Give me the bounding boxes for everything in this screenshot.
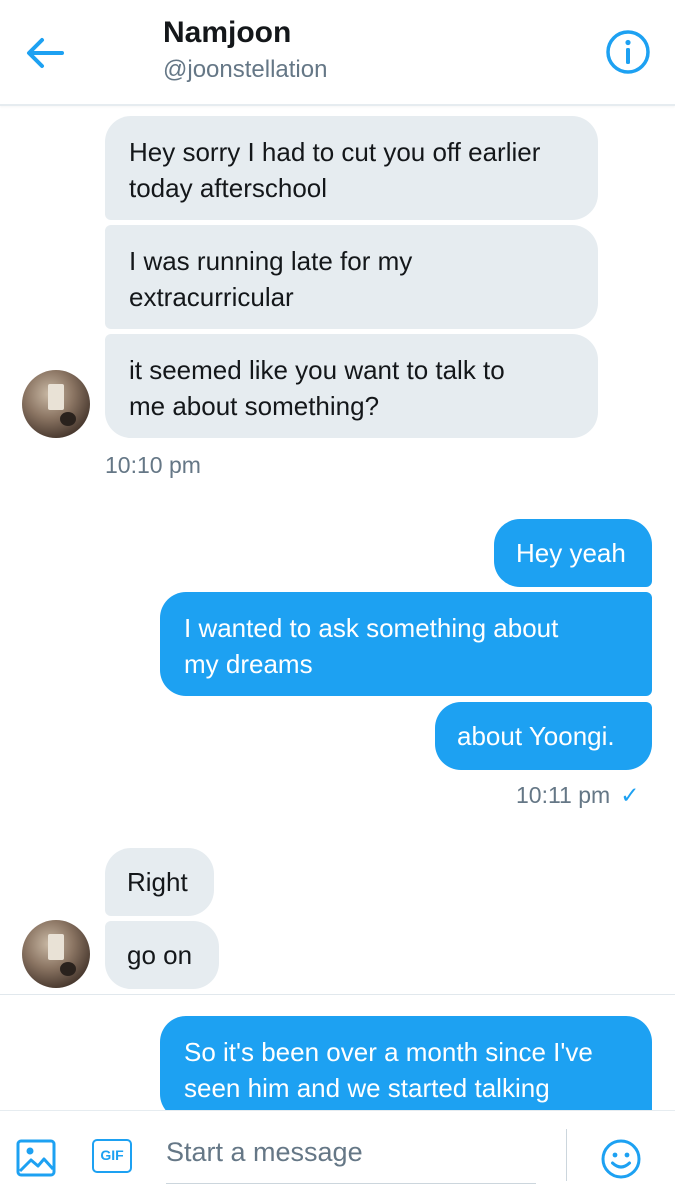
arrow-left-icon: [27, 38, 64, 68]
info-circle-icon: [606, 30, 650, 74]
received-message[interactable]: Right: [105, 848, 214, 916]
timestamp-text: 10:11 pm: [516, 782, 611, 808]
received-message[interactable]: it seemed like you want to talk to me ab…: [105, 334, 598, 438]
info-button[interactable]: [604, 28, 652, 76]
thread-divider: [0, 994, 675, 995]
sent-message[interactable]: So it's been over a month since I've see…: [160, 1016, 652, 1110]
back-button[interactable]: [20, 28, 70, 78]
sent-message[interactable]: I wanted to ask something about my dream…: [160, 592, 652, 696]
message-thread[interactable]: Hey sorry I had to cut you off earlier t…: [0, 106, 675, 1110]
input-underline: [166, 1183, 536, 1184]
message-timestamp: 10:10 pm: [105, 452, 201, 478]
sent-message[interactable]: Hey yeah: [494, 519, 652, 587]
conversation-header: Namjoon @joonstellation: [0, 0, 675, 106]
avatar[interactable]: [22, 370, 90, 438]
smiley-icon: [601, 1139, 641, 1179]
received-message[interactable]: Hey sorry I had to cut you off earlier t…: [105, 116, 598, 220]
message-input[interactable]: [166, 1129, 536, 1175]
checkmark-icon: ✓: [620, 782, 640, 808]
sent-message[interactable]: about Yoongi.: [435, 702, 652, 770]
add-image-button[interactable]: [16, 1138, 56, 1178]
message-timestamp: 10:11 pm ✓: [516, 782, 639, 809]
received-message[interactable]: I was running late for my extracurricula…: [105, 225, 598, 329]
gif-button[interactable]: GIF: [92, 1139, 132, 1173]
contact-name: Namjoon: [163, 16, 292, 49]
contact-handle: @joonstellation: [163, 56, 328, 83]
image-icon: [16, 1139, 56, 1177]
received-message[interactable]: go on: [105, 921, 219, 989]
composer-separator: [566, 1129, 567, 1181]
message-composer: GIF: [0, 1110, 675, 1201]
emoji-button[interactable]: [600, 1138, 642, 1180]
avatar[interactable]: [22, 920, 90, 988]
